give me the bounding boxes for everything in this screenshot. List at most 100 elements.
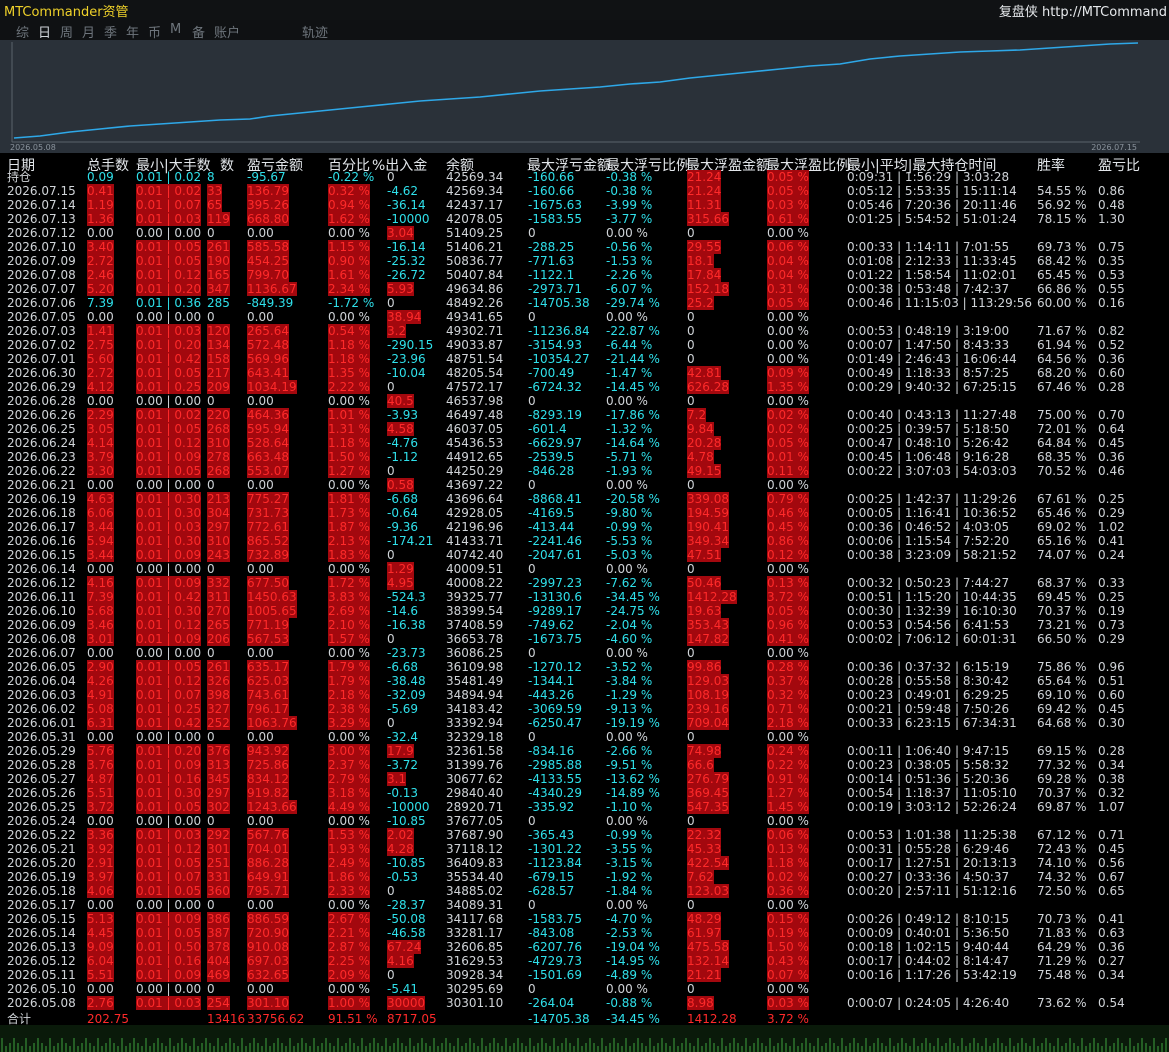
table-row[interactable]: 持仓 0.09 0.01 | 0.02 8 -95.67 -0.22 % 0 42569.34…: [0, 170, 1169, 184]
cell-bal: 36109.98: [446, 660, 504, 674]
cell-mfpp: 1.18 %: [767, 856, 809, 870]
table-row[interactable]: 2026.06.04 4.26 0.01 | 0.12 326 625.03 1.79 %…: [0, 674, 1169, 688]
bottom-scrollbar[interactable]: [0, 1025, 1169, 1052]
table-row[interactable]: 2026.06.30 2.72 0.01 | 0.05 217 643.41 1.35 %…: [0, 366, 1169, 380]
cell-io: 0: [387, 632, 395, 646]
cell-bal: 37677.05: [446, 814, 504, 828]
tab-4[interactable]: 季: [104, 22, 117, 41]
table-row[interactable]: 2026.06.24 4.14 0.01 | 0.12 310 528.64 1.18 %…: [0, 436, 1169, 450]
tab-6[interactable]: 币: [148, 22, 161, 41]
cell-io: 5.93: [387, 282, 414, 296]
table-row[interactable]: 2026.06.09 3.46 0.01 | 0.12 265 771.19 2.10 %…: [0, 618, 1169, 632]
table-row[interactable]: 2026.05.20 2.91 0.01 | 0.05 251 886.28 2.49 %…: [0, 856, 1169, 870]
table-row[interactable]: 2026.06.17 3.44 0.01 | 0.03 297 772.61 1.87 %…: [0, 520, 1169, 534]
table-row[interactable]: 2026.07.15 0.41 0.01 | 0.02 33 136.79 0.32 % -…: [0, 184, 1169, 198]
tab-0[interactable]: 综: [16, 22, 29, 41]
cell-ratio: 0.36: [1098, 352, 1125, 366]
table-row[interactable]: 2026.05.24 0.00 0.00 | 0.00 0 0.00 0.00 % -10.…: [0, 814, 1169, 828]
table-row[interactable]: 2026.07.08 2.46 0.01 | 0.12 165 799.70 1.61 %…: [0, 268, 1169, 282]
cell-count: 301: [207, 842, 230, 856]
cell-bal: 40009.51: [446, 562, 504, 576]
table-row[interactable]: 2026.06.11 7.39 0.01 | 0.42 311 1450.63 3.83 …: [0, 590, 1169, 604]
table-row[interactable]: 2026.05.29 5.76 0.01 | 0.20 376 943.92 3.00 %…: [0, 744, 1169, 758]
cell-pct: 2.34 %: [328, 282, 370, 296]
cell-lots: 0.41: [87, 184, 114, 198]
table-row[interactable]: 2026.05.15 5.13 0.01 | 0.09 386 886.59 2.67 %…: [0, 912, 1169, 926]
table-row[interactable]: 2026.07.01 5.60 0.01 | 0.42 158 569.96 1.18 %…: [0, 352, 1169, 366]
table-row[interactable]: 2026.05.08 2.76 0.01 | 0.03 254 301.10 1.00 %…: [0, 996, 1169, 1010]
table-row[interactable]: 2026.05.22 3.36 0.01 | 0.03 292 567.76 1.53 %…: [0, 828, 1169, 842]
table-row[interactable]: 2026.05.19 3.97 0.01 | 0.07 331 649.91 1.86 %…: [0, 870, 1169, 884]
cell-mfp: 21.24: [687, 184, 722, 198]
table-row[interactable]: 2026.06.15 3.44 0.01 | 0.09 243 732.89 1.83 %…: [0, 548, 1169, 562]
cell-time: 0:00:14 | 0:51:36 | 5:20:36: [847, 772, 1010, 786]
table-row[interactable]: 2026.06.19 4.63 0.01 | 0.30 213 775.27 1.81 %…: [0, 492, 1169, 506]
table-row[interactable]: 2026.06.29 4.12 0.01 | 0.25 209 1034.19 2.22 …: [0, 380, 1169, 394]
table-row[interactable]: 2026.06.26 2.29 0.01 | 0.02 220 464.36 1.01 %…: [0, 408, 1169, 422]
table-row[interactable]: 2026.06.12 4.16 0.01 | 0.09 332 677.50 1.72 %…: [0, 576, 1169, 590]
cell-win: 69.15 %: [1037, 744, 1087, 758]
table-row[interactable]: 2026.06.21 0.00 0.00 | 0.00 0 0.00 0.00 % 0.58…: [0, 478, 1169, 492]
cell-mfl: -6207.76: [528, 940, 582, 954]
tab-7[interactable]: M: [170, 22, 181, 37]
table-row[interactable]: 2026.06.25 3.05 0.01 | 0.05 268 595.94 1.31 %…: [0, 422, 1169, 436]
tab-3[interactable]: 月: [82, 22, 95, 41]
table-row[interactable]: 2026.05.17 0.00 0.00 | 0.00 0 0.00 0.00 % -28.…: [0, 898, 1169, 912]
table-row[interactable]: 2026.06.01 6.31 0.01 | 0.42 252 1063.76 3.29 …: [0, 716, 1169, 730]
table-row[interactable]: 2026.06.23 3.79 0.01 | 0.09 278 663.48 1.50 %…: [0, 450, 1169, 464]
cell-mfl: -335.92: [528, 800, 575, 814]
table-row[interactable]: 2026.07.09 2.72 0.01 | 0.05 190 454.25 0.90 %…: [0, 254, 1169, 268]
cell-mfp: 276.79: [687, 772, 729, 786]
table-row[interactable]: 2026.06.10 5.68 0.01 | 0.30 270 1005.65 2.69 …: [0, 604, 1169, 618]
table-row[interactable]: 2026.05.12 6.04 0.01 | 0.16 404 697.03 2.25 %…: [0, 954, 1169, 968]
table-row[interactable]: 2026.05.13 9.09 0.01 | 0.50 378 910.08 2.87 %…: [0, 940, 1169, 954]
table-row[interactable]: 2026.05.14 4.45 0.01 | 0.05 387 720.90 2.21 %…: [0, 926, 1169, 940]
table-row[interactable]: 2026.07.10 3.40 0.01 | 0.05 261 585.58 1.15 %…: [0, 240, 1169, 254]
table-row[interactable]: 2026.05.26 5.51 0.01 | 0.30 297 919.82 3.18 %…: [0, 786, 1169, 800]
table-row[interactable]: 2026.06.05 2.90 0.01 | 0.05 261 635.17 1.79 %…: [0, 660, 1169, 674]
table-row[interactable]: 2026.05.31 0.00 0.00 | 0.00 0 0.00 0.00 % -32.…: [0, 730, 1169, 744]
tab-1[interactable]: 日: [38, 22, 51, 41]
cell-count: 165: [207, 268, 230, 282]
cell-mfl: -846.28: [528, 464, 575, 478]
cell-pl: 0.00: [247, 562, 274, 576]
table-row[interactable]: 2026.07.02 2.75 0.01 | 0.20 134 572.48 1.18 %…: [0, 338, 1169, 352]
tab-5[interactable]: 年: [126, 22, 139, 41]
table-row[interactable]: 2026.06.22 3.30 0.01 | 0.05 268 553.07 1.27 %…: [0, 464, 1169, 478]
table-row[interactable]: 2026.06.28 0.00 0.00 | 0.00 0 0.00 0.00 % 40.5…: [0, 394, 1169, 408]
tab-2[interactable]: 周: [60, 22, 73, 41]
table-row[interactable]: 2026.06.08 3.01 0.01 | 0.09 206 567.53 1.57 %…: [0, 632, 1169, 646]
cell-pct: 1.15 %: [328, 240, 370, 254]
total-io: 8717.05: [387, 1012, 437, 1026]
table-row[interactable]: 2026.07.05 0.00 0.00 | 0.00 0 0.00 0.00 % 38.9…: [0, 310, 1169, 324]
table-row[interactable]: 2026.05.10 0.00 0.00 | 0.00 0 0.00 0.00 % -5.4…: [0, 982, 1169, 996]
table-row[interactable]: 2026.06.16 5.94 0.01 | 0.30 310 865.52 2.13 %…: [0, 534, 1169, 548]
table-row[interactable]: 2026.05.27 4.87 0.01 | 0.16 345 834.12 2.79 %…: [0, 772, 1169, 786]
tab-8[interactable]: 备: [192, 22, 205, 41]
table-row[interactable]: 2026.05.11 5.51 0.01 | 0.09 469 632.65 2.09 %…: [0, 968, 1169, 982]
cell-lots: 2.90: [87, 660, 114, 674]
table-row[interactable]: 2026.06.14 0.00 0.00 | 0.00 0 0.00 0.00 % 1.29…: [0, 562, 1169, 576]
table-row[interactable]: 2026.07.07 5.20 0.01 | 0.20 347 1136.67 2.34 …: [0, 282, 1169, 296]
cell-date: 2026.05.12: [7, 954, 76, 968]
cell-io: -50.08: [387, 912, 426, 926]
table-row[interactable]: 2026.05.25 3.72 0.01 | 0.05 302 1243.66 4.49 …: [0, 800, 1169, 814]
table-row[interactable]: 2026.06.02 5.08 0.01 | 0.25 327 796.17 2.38 %…: [0, 702, 1169, 716]
tab-10[interactable]: 轨迹: [302, 22, 328, 41]
table-row[interactable]: 2026.05.18 4.06 0.01 | 0.05 360 795.71 2.33 %…: [0, 884, 1169, 898]
app-link[interactable]: 复盘侠 http://MTCommand: [999, 1, 1167, 20]
table-row[interactable]: 2026.05.21 3.92 0.01 | 0.12 301 704.01 1.93 %…: [0, 842, 1169, 856]
table-row[interactable]: 2026.07.12 0.00 0.00 | 0.00 0 0.00 0.00 % 3.04…: [0, 226, 1169, 240]
table-row[interactable]: 2026.07.03 1.41 0.01 | 0.03 120 265.64 0.54 %…: [0, 324, 1169, 338]
cell-io: 2.02: [387, 828, 414, 842]
table-row[interactable]: 2026.07.13 1.36 0.01 | 0.03 119 668.80 1.62 %…: [0, 212, 1169, 226]
cell-mflp: -14.45 %: [606, 380, 660, 394]
table-row[interactable]: 2026.07.14 1.19 0.01 | 0.07 65 395.26 0.94 % -…: [0, 198, 1169, 212]
table-row[interactable]: 2026.06.03 4.91 0.01 | 0.07 398 743.61 2.18 %…: [0, 688, 1169, 702]
table-row[interactable]: 2026.07.06 7.39 0.01 | 0.36 285 -849.39 -1.72…: [0, 296, 1169, 310]
table-row[interactable]: 2026.06.07 0.00 0.00 | 0.00 0 0.00 0.00 % -23.…: [0, 646, 1169, 660]
table-row[interactable]: 2026.06.18 6.06 0.01 | 0.30 304 731.73 1.73 %…: [0, 506, 1169, 520]
tab-9[interactable]: 账户: [214, 22, 240, 41]
cell-time: 0:00:40 | 0:43:13 | 11:27:48: [847, 408, 1017, 422]
table-row[interactable]: 2026.05.28 3.76 0.01 | 0.09 313 725.86 2.37 %…: [0, 758, 1169, 772]
